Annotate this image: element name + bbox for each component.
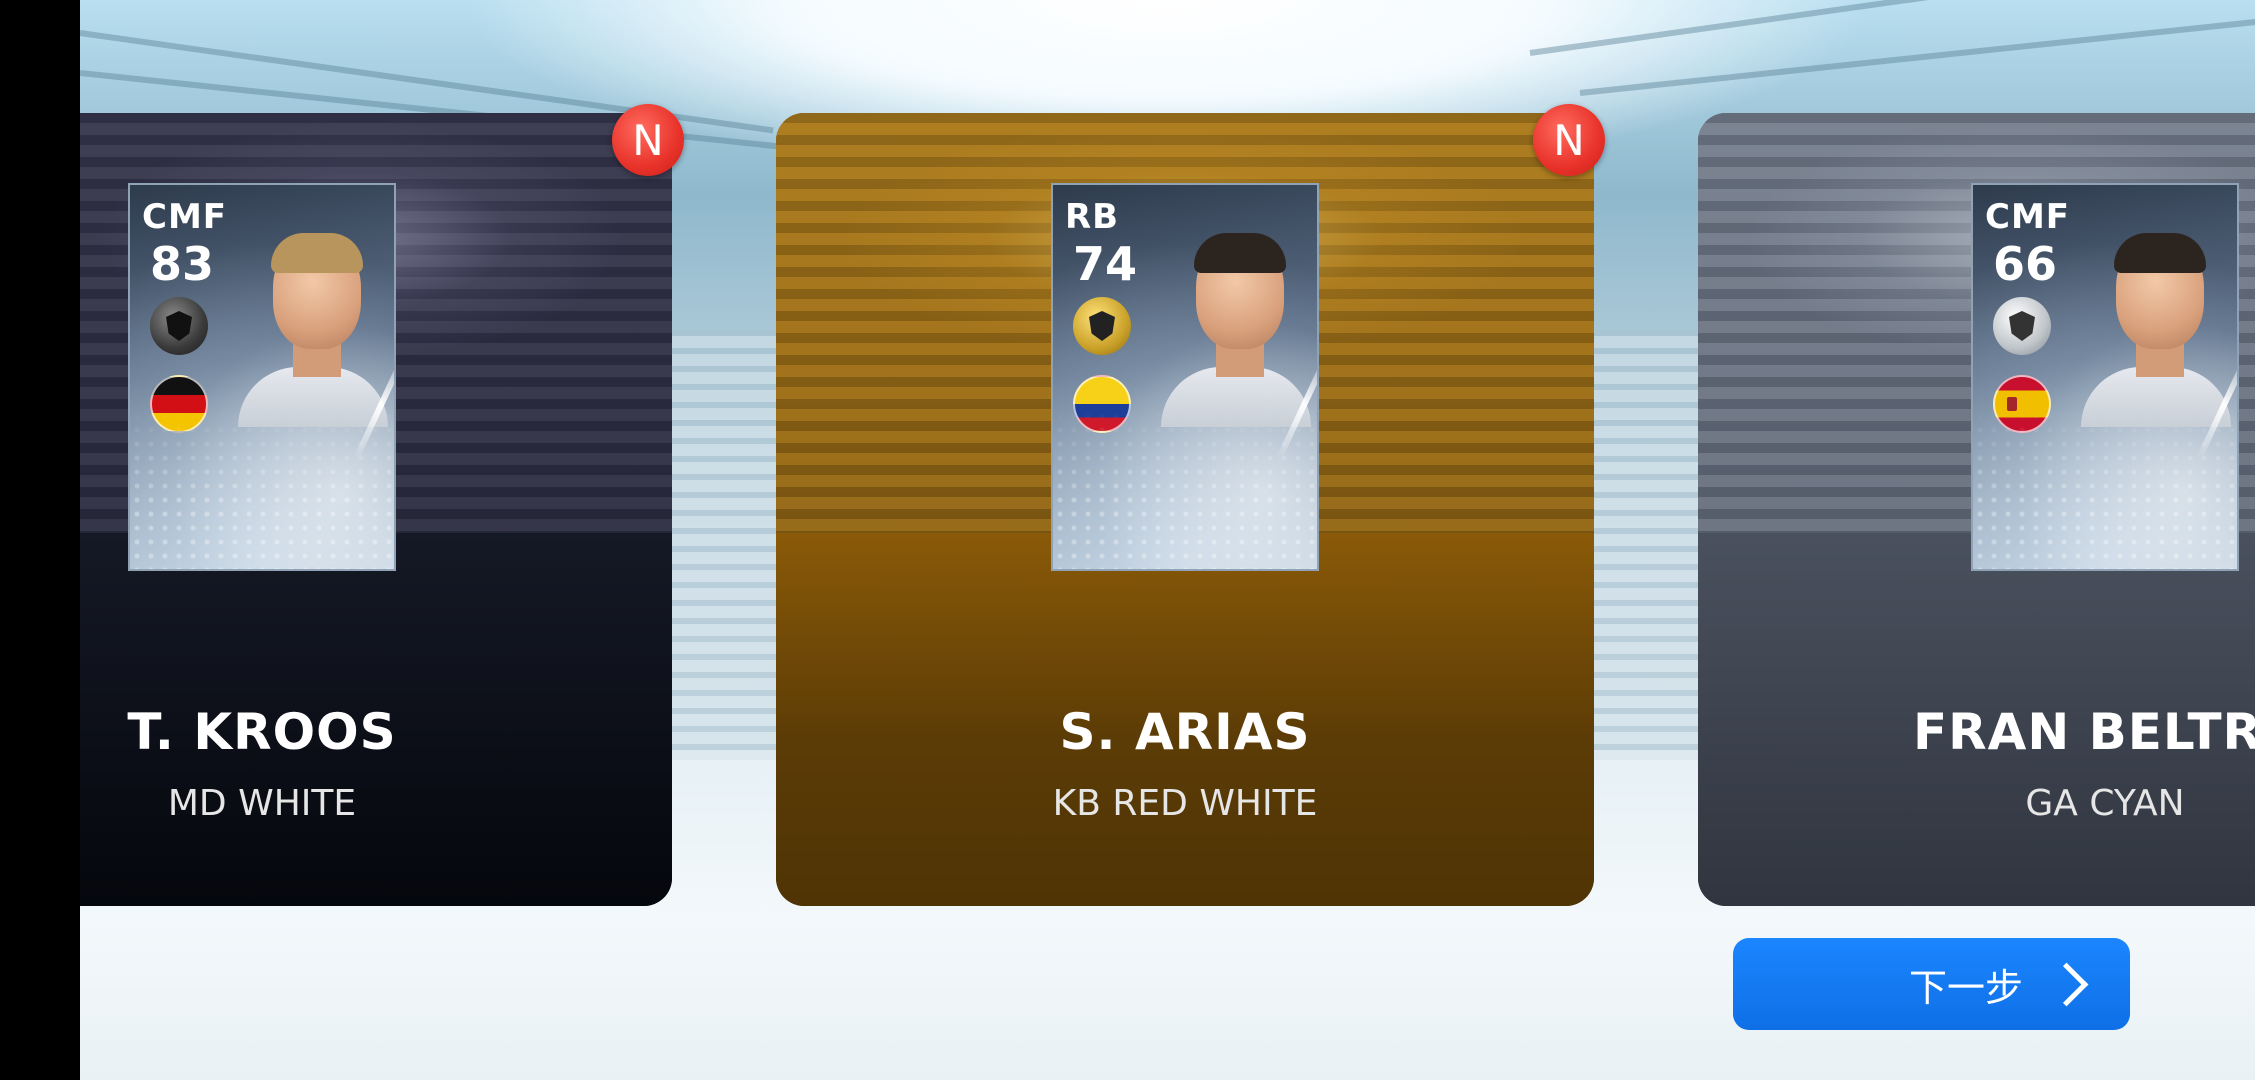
player-rating: 83 bbox=[150, 237, 215, 291]
player-portrait bbox=[238, 233, 388, 427]
card-dot-pattern bbox=[130, 409, 394, 569]
signing-result-screen: CMF 83 T. KROOS MD WHITE RB 74 S. ARIAS … bbox=[0, 0, 2255, 1080]
player-name: FRAN BELTRÁ bbox=[1913, 703, 2255, 761]
player-position: CMF bbox=[142, 197, 228, 237]
player-rating: 66 bbox=[1993, 237, 2058, 291]
silver-ball-badge-icon bbox=[1993, 297, 2051, 355]
player-portrait bbox=[1161, 233, 1311, 427]
team-name: KB RED WHITE bbox=[1052, 783, 1318, 824]
player-option-card-beltran[interactable]: CMF 66 FRAN BELTRÁ GA CYAN bbox=[1698, 113, 2255, 906]
player-name: T. KROOS bbox=[127, 703, 397, 761]
chevron-right-icon bbox=[2044, 962, 2089, 1006]
player-rating: 74 bbox=[1073, 237, 1138, 291]
player-card: CMF 66 bbox=[1971, 183, 2239, 571]
card-dot-pattern bbox=[1973, 409, 2237, 569]
player-portrait bbox=[2081, 233, 2231, 427]
player-name: S. ARIAS bbox=[1059, 703, 1311, 761]
new-badge: N bbox=[612, 104, 684, 176]
player-position: RB bbox=[1065, 197, 1120, 237]
player-position: CMF bbox=[1985, 197, 2071, 237]
gold-ball-badge-icon bbox=[1073, 297, 1131, 355]
card-dot-pattern bbox=[1053, 409, 1317, 569]
next-step-label: 下一步 bbox=[1908, 965, 2023, 1010]
player-card: RB 74 bbox=[1051, 183, 1319, 571]
player-option-card-kroos[interactable]: CMF 83 T. KROOS MD WHITE bbox=[50, 113, 672, 906]
black-ball-badge-icon bbox=[150, 297, 208, 355]
team-name: GA CYAN bbox=[2025, 783, 2185, 824]
next-step-button[interactable]: 下一步 bbox=[1733, 938, 2130, 1030]
new-badge: N bbox=[1533, 104, 1605, 176]
player-option-card-arias[interactable]: RB 74 S. ARIAS KB RED WHITE bbox=[776, 113, 1594, 906]
player-card: CMF 83 bbox=[128, 183, 396, 571]
left-black-bar bbox=[0, 0, 80, 1080]
team-name: MD WHITE bbox=[167, 783, 357, 824]
